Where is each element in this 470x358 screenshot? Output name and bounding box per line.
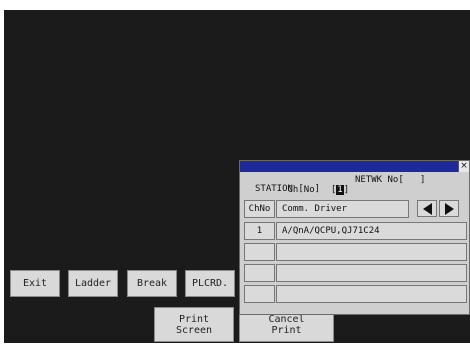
ch-no-value[interactable]: 1	[336, 185, 344, 195]
comm-driver-column-header: Comm. Driver	[276, 200, 409, 218]
channel-settings-dialog: × Ch No [1] NETWK No[ ] STATION [ ] ChNo…	[239, 160, 470, 315]
print-screen-button[interactable]: Print Screen	[154, 307, 234, 342]
station-field[interactable]: STATION [ ]	[255, 184, 320, 194]
arrow-right-icon	[444, 202, 454, 215]
netwk-no-field[interactable]: NETWK No[ ]	[355, 175, 425, 185]
table-row-3-driver[interactable]	[276, 264, 467, 282]
close-icon[interactable]: ×	[458, 161, 469, 172]
scroll-right-button[interactable]	[439, 200, 459, 217]
plcrd-button[interactable]: PLCRD.	[185, 270, 235, 297]
break-button[interactable]: Break	[127, 270, 177, 297]
ch-no-close-bracket: ]	[343, 185, 350, 195]
scroll-left-button[interactable]	[417, 200, 437, 217]
table-row-2-ch[interactable]	[244, 243, 275, 261]
exit-button[interactable]: Exit	[10, 270, 60, 297]
hmi-screen: Exit Ladder Break PLCRD. Print Screen Ca…	[4, 10, 470, 343]
dialog-titlebar: ×	[240, 161, 469, 172]
table-row-1-driver[interactable]: A/QnA/QCPU,QJ71C24	[276, 222, 467, 240]
ladder-button[interactable]: Ladder	[68, 270, 118, 297]
chno-column-header: ChNo	[244, 200, 275, 218]
table-row-3-ch[interactable]	[244, 264, 275, 282]
table-row-2-driver[interactable]	[276, 243, 467, 261]
arrow-left-icon	[422, 202, 432, 215]
table-row-4-ch[interactable]	[244, 285, 275, 303]
table-row-4-driver[interactable]	[276, 285, 467, 303]
table-row-1-ch[interactable]: 1	[244, 222, 275, 240]
